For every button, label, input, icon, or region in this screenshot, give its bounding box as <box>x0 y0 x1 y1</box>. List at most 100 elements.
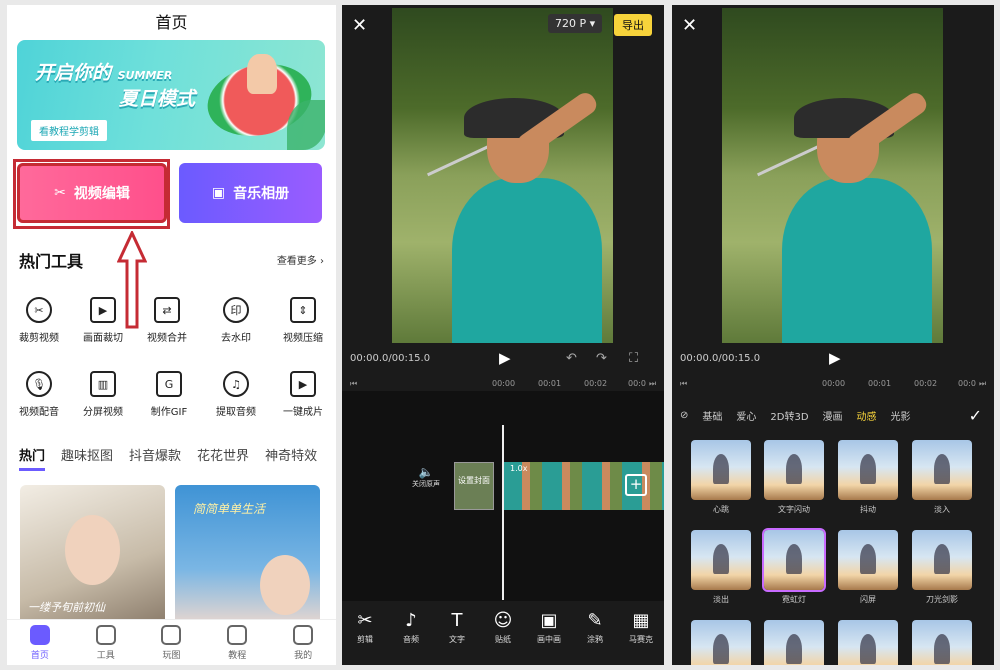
effect-item[interactable] <box>838 620 898 665</box>
nav-tools[interactable]: 工具 <box>73 620 139 665</box>
set-cover-button[interactable]: 设置封面 <box>454 462 494 510</box>
jump-start-icon[interactable]: ⏮ <box>680 379 687 389</box>
tool-text[interactable]: T 文字 <box>435 610 479 665</box>
mute-original-button[interactable]: 🔈 关闭原声 <box>412 465 440 489</box>
effect-thumbnail <box>838 440 898 500</box>
girl-illustration <box>247 54 277 94</box>
effect-item[interactable] <box>764 620 824 665</box>
tool-mosaic[interactable]: ▦ 马赛克 <box>619 610 663 665</box>
tab-2d-3d[interactable]: 2D转3D <box>770 408 808 423</box>
tab-douyin[interactable]: 抖音爆款 <box>129 445 181 471</box>
template-card-1[interactable]: 一缕予旬前初仙 <box>20 485 165 625</box>
cube-icon <box>95 625 116 645</box>
tab-comic[interactable]: 漫画 <box>823 408 843 423</box>
effect-thumbnail <box>912 620 972 665</box>
tab-love[interactable]: 爱心 <box>736 408 756 423</box>
effect-fade-in[interactable]: 淡入 <box>912 440 972 515</box>
tab-dynamic[interactable]: 动感 <box>857 408 877 423</box>
portrait-image <box>260 555 310 615</box>
effect-neon[interactable]: 霓虹灯 <box>764 530 824 605</box>
golfer-body <box>782 178 932 343</box>
tool-crop-video[interactable]: ✂ 裁剪视频 <box>7 297 71 344</box>
effect-item[interactable] <box>691 620 751 665</box>
effect-thumbnail <box>764 440 824 500</box>
tool-remove-watermark[interactable]: 印去水印 <box>204 297 268 344</box>
text-icon: T <box>451 610 463 631</box>
effect-blade-light[interactable]: 刀光剑影 <box>912 530 972 605</box>
tutorial-button[interactable]: 看教程学剪辑 <box>31 120 107 141</box>
close-icon[interactable]: ✕ <box>352 15 367 36</box>
tool-cut[interactable]: ✂ 剪辑 <box>343 610 387 665</box>
jump-end-icon[interactable]: ⏭ <box>979 379 986 389</box>
tool-audio[interactable]: ♪ 音频 <box>389 610 433 665</box>
see-more-link[interactable]: 查看更多 › <box>277 252 324 267</box>
banner-line1: 开启你的 SUMMER <box>35 62 173 84</box>
nav-me[interactable]: 我的 <box>270 620 336 665</box>
jump-start-icon[interactable]: ⏮ <box>350 379 357 389</box>
music-album-button[interactable]: ▣ 音乐相册 <box>179 163 322 223</box>
video-preview[interactable] <box>392 8 613 343</box>
fullscreen-icon[interactable]: ⛶ <box>629 351 638 366</box>
nav-tutorial[interactable]: 教程 <box>204 620 270 665</box>
mosaic-icon: ▦ <box>632 610 650 631</box>
play-icon <box>227 625 248 645</box>
play-icon[interactable]: ▶ <box>829 349 841 367</box>
tool-merge[interactable]: ⇄ 视频合并 <box>135 297 199 344</box>
effect-heartbeat[interactable]: 心跳 <box>691 440 751 515</box>
effect-thumbnail <box>691 620 751 665</box>
effect-item[interactable] <box>912 620 972 665</box>
image-icon: ▣ <box>211 185 226 201</box>
add-clip-button[interactable]: + <box>625 474 647 496</box>
tool-one-click[interactable]: ▶ 一键成片 <box>271 371 335 418</box>
effect-thumbnail <box>912 530 972 590</box>
nav-home[interactable]: 首页 <box>7 620 73 665</box>
tool-extract-audio[interactable]: ♫ 提取音频 <box>204 371 268 418</box>
compress-icon: ⇕ <box>290 297 316 323</box>
time-ruler: ⏮ 00:00 00:01 00:02 00:0 ⏭ <box>680 379 987 389</box>
microphone-icon: 🎙 <box>26 371 52 397</box>
tab-effects[interactable]: 神奇特效 <box>265 445 317 471</box>
summer-banner[interactable]: 开启你的 SUMMER 夏日模式 看教程学剪辑 <box>17 40 325 150</box>
undo-icon[interactable]: ↶ <box>566 351 577 366</box>
merge-icon: ⇄ <box>154 297 180 323</box>
speed-badge: 1.0x <box>510 464 528 473</box>
play-icon[interactable]: ▶ <box>499 349 511 367</box>
tab-flowers[interactable]: 花花世界 <box>197 445 249 471</box>
editor-screen: ✕ 720 P ▾ 导出 00:00.0/00:15.0 ▶ ↶ ↷ ⛶ ⏮ 0… <box>342 5 664 665</box>
banner-line2: 夏日模式 <box>119 88 196 110</box>
redo-icon[interactable]: ↷ <box>596 351 607 366</box>
tool-gif[interactable]: G 制作GIF <box>137 371 201 418</box>
close-icon[interactable]: ✕ <box>682 15 697 36</box>
speaker-icon: 🔈 <box>418 465 434 479</box>
crop-video-icon: ✂ <box>26 297 52 323</box>
tool-compress[interactable]: ⇕ 视频压缩 <box>271 297 335 344</box>
split-screen-icon: ▥ <box>90 371 116 397</box>
video-preview[interactable] <box>722 8 943 343</box>
tool-pip[interactable]: ▣ 画中画 <box>527 610 571 665</box>
effect-thumbnail <box>838 530 898 590</box>
effect-flash-screen[interactable]: 闪屏 <box>838 530 898 605</box>
jump-end-icon[interactable]: ⏭ <box>649 379 656 389</box>
export-button[interactable]: 导出 <box>614 14 652 36</box>
tab-hot[interactable]: 热门 <box>19 445 46 471</box>
effect-fade-out[interactable]: 淡出 <box>691 530 751 605</box>
music-album-label: 音乐相册 <box>233 186 290 202</box>
effect-text-flash[interactable]: 文字闪动 <box>764 440 824 515</box>
tool-split-screen[interactable]: ▥ 分屏视频 <box>71 371 135 418</box>
template-card-2[interactable]: 简简单单生活 <box>175 485 320 625</box>
tool-doodle[interactable]: ✎ 涂鸦 <box>573 610 617 665</box>
nav-play-image[interactable]: 玩图 <box>139 620 205 665</box>
tool-sticker[interactable]: ☺ 贴纸 <box>481 610 525 665</box>
effect-shake[interactable]: 抖动 <box>838 440 898 515</box>
no-effect-icon[interactable]: ⊘ <box>680 410 688 421</box>
watermark-icon: 印 <box>223 297 249 323</box>
tool-dubbing[interactable]: 🎙 视频配音 <box>7 371 71 418</box>
tab-basic[interactable]: 基础 <box>702 408 722 423</box>
resolution-select[interactable]: 720 P ▾ <box>548 14 603 33</box>
effect-thumbnail <box>691 440 751 500</box>
confirm-check-icon[interactable]: ✓ <box>969 406 982 425</box>
playhead[interactable] <box>502 425 504 600</box>
tool-frame-crop[interactable]: ▶ 画面裁切 <box>71 297 135 344</box>
tab-fun-cutout[interactable]: 趣味抠图 <box>61 445 113 471</box>
tab-light[interactable]: 光影 <box>891 408 911 423</box>
